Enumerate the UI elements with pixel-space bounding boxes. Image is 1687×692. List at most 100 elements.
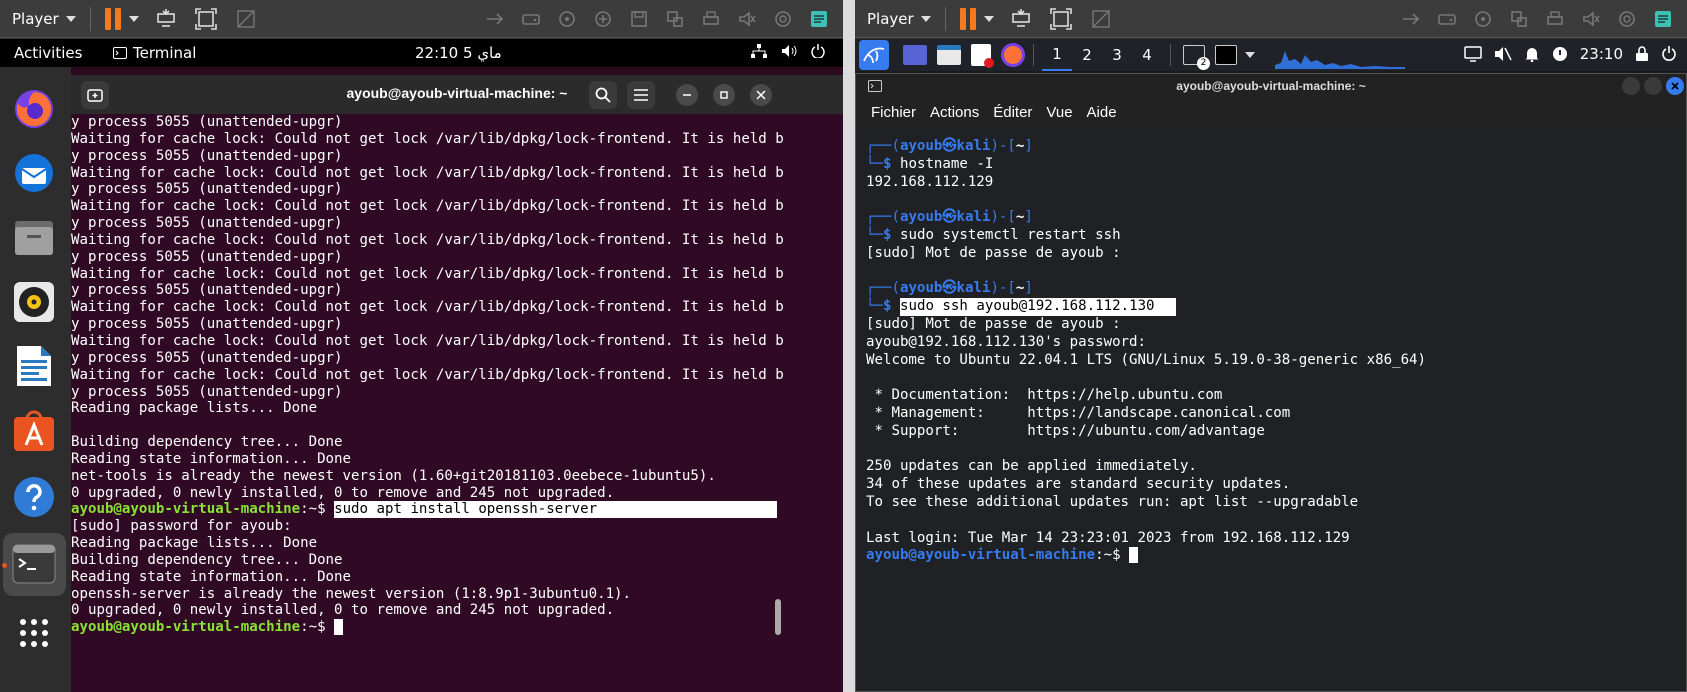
workspace-4[interactable]: 4 xyxy=(1132,46,1162,64)
pause-icon[interactable] xyxy=(104,7,121,30)
menu-aide[interactable]: Aide xyxy=(1087,104,1117,121)
hard-disk-icon[interactable] xyxy=(1437,9,1457,29)
activities-button[interactable]: Activities xyxy=(14,44,82,62)
terminal-line: Waiting for cache lock: Could not get lo… xyxy=(71,198,784,215)
lock-icon[interactable] xyxy=(1635,46,1649,62)
workspace-1[interactable]: 1 xyxy=(1042,39,1072,71)
firefox-icon[interactable] xyxy=(1001,43,1025,67)
usb-icon[interactable] xyxy=(665,9,685,29)
camera-icon[interactable] xyxy=(1617,9,1637,29)
send-ctrl-alt-del-icon[interactable] xyxy=(155,8,177,30)
usb-icon[interactable] xyxy=(1509,9,1529,29)
system-tray[interactable] xyxy=(751,44,825,58)
prompt-at-icon: ㉿ xyxy=(942,138,957,154)
ubuntu-desktop: Activities Terminal 22:10 5 ماي ayoub@ay… xyxy=(0,39,843,692)
workspace-3[interactable]: 3 xyxy=(1102,46,1132,64)
terminal-output[interactable]: y process 5055 (unattended-upgr) Waiting … xyxy=(71,114,843,692)
player-menu-button[interactable]: Player xyxy=(861,10,937,28)
terminal-scrollbar[interactable] xyxy=(775,599,781,635)
pause-dropdown-icon[interactable] xyxy=(128,15,139,22)
dock-rhythmbox-icon[interactable] xyxy=(10,278,58,326)
prompt-path: :~$ xyxy=(300,619,326,636)
hamburger-icon xyxy=(634,89,648,101)
player-label: Player xyxy=(867,9,914,28)
dock-firefox-icon[interactable] xyxy=(10,85,58,133)
cd-drive-icon[interactable] xyxy=(1473,9,1493,29)
prompt-user: ayoub@ayoub-virtual-machine xyxy=(866,547,1096,564)
network-adapter-icon[interactable] xyxy=(593,9,613,29)
unity-icon[interactable] xyxy=(1090,8,1112,30)
terminal-line: Waiting for cache lock: Could not get lo… xyxy=(71,332,784,349)
prompt-decoration: └─ xyxy=(866,155,883,172)
window-title: ayoub@ayoub-virtual-machine: ~ xyxy=(1176,79,1366,93)
floppy-icon[interactable] xyxy=(629,9,649,29)
device-arrows-icon[interactable] xyxy=(485,9,505,29)
close-icon xyxy=(756,90,766,100)
fit-guest-icon[interactable] xyxy=(1049,7,1072,30)
dock-terminal-icon[interactable] xyxy=(10,540,58,588)
search-button[interactable] xyxy=(589,81,617,109)
text-editor-icon[interactable] xyxy=(971,44,994,68)
dock-apps-grid-icon[interactable] xyxy=(10,609,58,657)
close-button[interactable] xyxy=(1666,77,1684,95)
logout-icon[interactable] xyxy=(1661,46,1677,62)
device-arrows-icon[interactable] xyxy=(1401,9,1421,29)
output-line: * Management: https://landscape.canonica… xyxy=(866,404,1291,421)
printer-icon[interactable] xyxy=(701,9,721,29)
minimize-button[interactable] xyxy=(676,84,698,106)
terminal-small-icon xyxy=(113,47,127,59)
fit-guest-icon[interactable] xyxy=(194,7,217,30)
dock-files-icon[interactable] xyxy=(10,213,58,261)
sound-card-icon[interactable] xyxy=(737,9,757,29)
hamburger-menu-button[interactable] xyxy=(627,81,655,109)
message-log-icon[interactable] xyxy=(809,9,829,29)
terminal-line: Waiting for cache lock: Could not get lo… xyxy=(71,164,784,181)
terminal-line: Waiting for cache lock: Could not get lo… xyxy=(71,231,784,248)
menu-editer[interactable]: Éditer xyxy=(993,104,1032,121)
show-desktop-icon[interactable] xyxy=(903,45,927,65)
terminal-task-icon[interactable]: 2 xyxy=(1183,45,1210,70)
unity-icon[interactable] xyxy=(235,8,257,30)
dock-help-icon[interactable] xyxy=(10,473,58,521)
dock-software-icon[interactable] xyxy=(10,407,58,455)
player-menu-button[interactable]: Player xyxy=(6,10,82,28)
sound-card-icon[interactable] xyxy=(1581,9,1601,29)
hard-disk-icon[interactable] xyxy=(521,9,541,29)
kali-menu-icon[interactable] xyxy=(859,40,889,70)
minimize-icon xyxy=(683,94,691,96)
menu-vue[interactable]: Vue xyxy=(1046,104,1072,121)
kali-clock[interactable]: 23:10 xyxy=(1580,45,1623,63)
bell-icon[interactable] xyxy=(1524,46,1540,62)
power-manager-icon[interactable] xyxy=(1552,46,1568,62)
terminal-task-icon-2[interactable] xyxy=(1215,45,1237,65)
clock[interactable]: 22:10 5 ماي xyxy=(415,44,502,62)
file-manager-icon[interactable] xyxy=(937,45,961,65)
maximize-button[interactable] xyxy=(713,84,735,106)
pause-dropdown-icon[interactable] xyxy=(983,15,994,22)
prompt-decoration: ] xyxy=(1024,209,1033,226)
prompt-decoration: )-[ xyxy=(990,209,1016,226)
dock-writer-icon[interactable] xyxy=(10,342,58,390)
terminal-line: y process 5055 (unattended-upgr) xyxy=(71,248,343,265)
minimize-button[interactable] xyxy=(1622,77,1640,95)
camera-icon[interactable] xyxy=(773,9,793,29)
app-menu-terminal[interactable]: Terminal xyxy=(113,44,196,62)
workspace-2[interactable]: 2 xyxy=(1072,46,1102,64)
message-log-icon[interactable] xyxy=(1653,9,1673,29)
monitor-icon[interactable] xyxy=(1464,46,1482,62)
kali-desktop: 1 2 3 4 2 23:10 ayoub@ayoub-virtual-mach… xyxy=(855,39,1687,692)
close-button[interactable] xyxy=(750,84,772,106)
menu-fichier[interactable]: Fichier xyxy=(871,104,916,121)
menu-actions[interactable]: Actions xyxy=(930,104,979,121)
dock-thunderbird-icon[interactable] xyxy=(10,149,58,197)
chevron-down-icon[interactable] xyxy=(1245,52,1255,58)
cd-drive-icon[interactable] xyxy=(557,9,577,29)
printer-icon[interactable] xyxy=(1545,9,1565,29)
kali-tray: 23:10 xyxy=(1464,45,1677,63)
pause-icon[interactable] xyxy=(959,7,976,30)
send-ctrl-alt-del-icon[interactable] xyxy=(1010,8,1032,30)
volume-muted-icon[interactable] xyxy=(1494,46,1512,62)
maximize-button[interactable] xyxy=(1644,77,1662,95)
kali-terminal-output[interactable]: ┌──(ayoub㉿kali)-[~] └─$ hostname -I 192.16… xyxy=(856,126,1686,691)
prompt-path: :~$ xyxy=(1095,547,1121,564)
